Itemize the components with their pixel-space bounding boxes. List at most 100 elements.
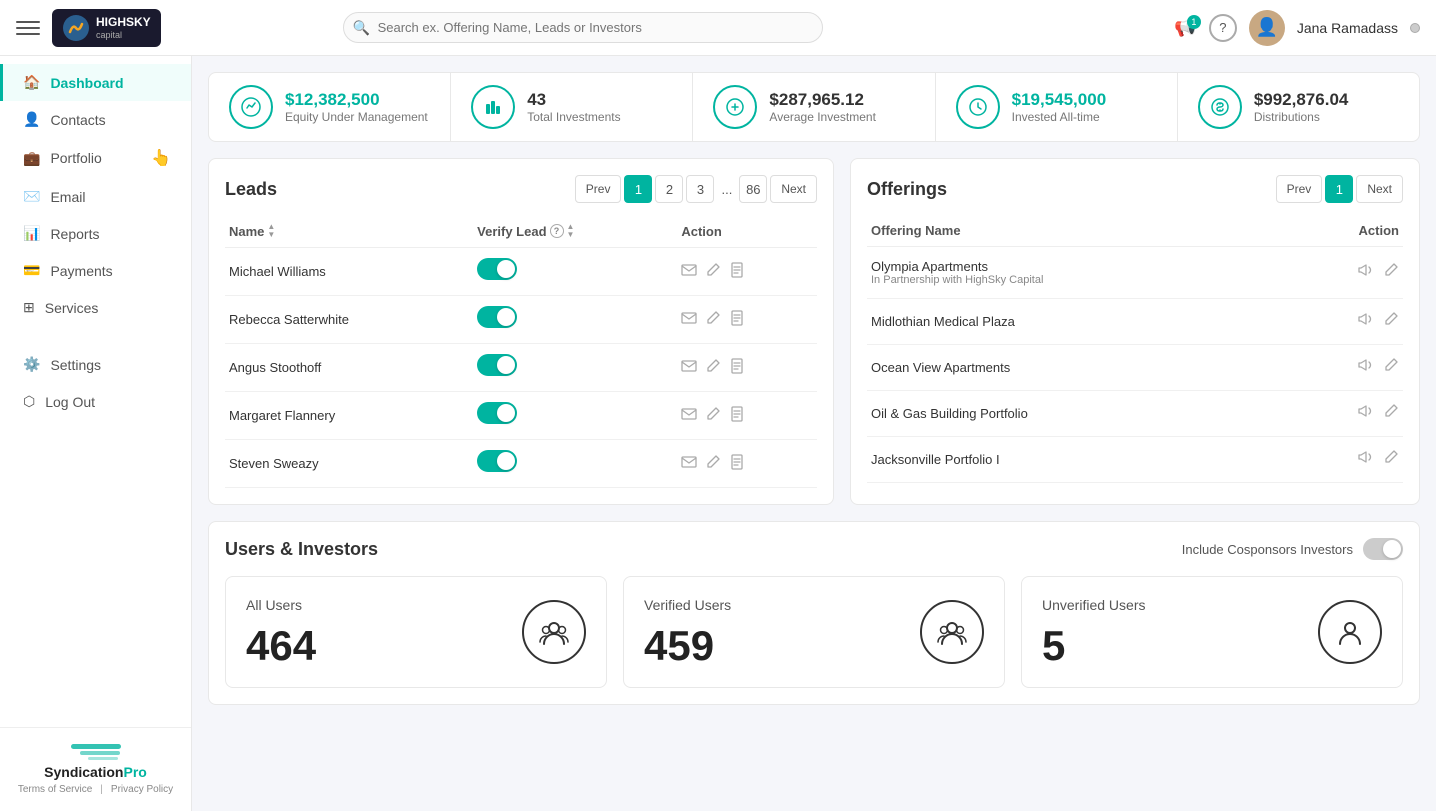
document-action-icon[interactable]	[729, 262, 745, 282]
user-card-count: 5	[1042, 625, 1145, 667]
col-name: Name ▲▼	[225, 215, 473, 248]
sidebar-item-dashboard[interactable]: 🏠 Dashboard	[0, 64, 191, 101]
sidebar-item-portfolio[interactable]: 💼 Portfolio 👆	[0, 138, 191, 178]
announce-action-icon[interactable]	[1357, 449, 1373, 470]
document-action-icon[interactable]	[729, 406, 745, 426]
leads-page-3[interactable]: 3	[686, 175, 714, 203]
users-title: Users & Investors	[225, 539, 378, 560]
edit-offering-icon[interactable]	[1383, 449, 1399, 470]
edit-offering-icon[interactable]	[1383, 357, 1399, 378]
sidebar-item-reports[interactable]: 📊 Reports	[0, 215, 191, 252]
user-card-icon	[1318, 600, 1382, 664]
edit-offering-icon[interactable]	[1383, 403, 1399, 424]
users-section: Users & Investors Include Cosponsors Inv…	[208, 521, 1420, 705]
user-card-title: All Users	[246, 597, 316, 613]
offering-subtitle: In Partnership with HighSky Capital	[871, 274, 1283, 286]
col-action: Action	[677, 215, 817, 248]
logo-text: HIGHSKY	[96, 15, 151, 29]
document-action-icon[interactable]	[729, 310, 745, 330]
brand-waves	[71, 744, 121, 760]
user-name: Jana Ramadass	[1297, 20, 1398, 36]
leads-prev-button[interactable]: Prev	[575, 175, 622, 203]
edit-action-icon[interactable]	[705, 358, 721, 378]
sort-arrows-name: ▲▼	[267, 223, 275, 239]
edit-offering-icon[interactable]	[1383, 311, 1399, 332]
info-icon: ?	[550, 224, 564, 238]
stats-row: $12,382,500 Equity Under Management 43 T…	[208, 72, 1420, 142]
document-action-icon[interactable]	[729, 454, 745, 474]
offering-table-row: Midlothian Medical Plaza	[867, 299, 1403, 345]
leads-page-1[interactable]: 1	[624, 175, 652, 203]
equity-icon	[229, 85, 273, 129]
sidebar-item-contacts[interactable]: 👤 Contacts	[0, 101, 191, 138]
offering-name: Oil & Gas Building Portfolio	[871, 406, 1283, 421]
offering-table-row: Olympia Apartments In Partnership with H…	[867, 247, 1403, 299]
sidebar-item-services[interactable]: ⊞ Services	[0, 289, 191, 326]
average-label: Average Investment	[769, 110, 876, 124]
help-icon[interactable]: ?	[1209, 14, 1237, 42]
leads-table-row: Angus Stoothoff	[225, 344, 817, 392]
content-row: Leads Prev 1 2 3 ... 86 Next	[208, 158, 1420, 505]
edit-action-icon[interactable]	[705, 454, 721, 474]
notification-icon[interactable]: 📢 1	[1174, 17, 1196, 38]
offerings-prev-button[interactable]: Prev	[1276, 175, 1323, 203]
user-card-title: Unverified Users	[1042, 597, 1145, 613]
verify-toggle[interactable]	[477, 402, 517, 424]
sidebar: 🏠 Dashboard 👤 Contacts 💼 Portfolio 👆 ✉️ …	[0, 56, 192, 811]
cursor-indicator: 👆	[151, 148, 171, 168]
logo-subtext: capital	[96, 30, 151, 40]
verify-toggle[interactable]	[477, 306, 517, 328]
offering-name: Midlothian Medical Plaza	[871, 314, 1283, 329]
cosponsor-toggle[interactable]	[1363, 538, 1403, 560]
edit-action-icon[interactable]	[705, 310, 721, 330]
email-action-icon[interactable]	[681, 406, 697, 426]
distributions-label: Distributions	[1254, 110, 1349, 124]
cosponsor-label: Include Cosponsors Investors	[1182, 542, 1353, 557]
hamburger-menu[interactable]	[16, 16, 40, 40]
equity-label: Equity Under Management	[285, 110, 428, 124]
edit-action-icon[interactable]	[705, 262, 721, 282]
leads-page-86[interactable]: 86	[739, 175, 767, 203]
verify-toggle[interactable]	[477, 450, 517, 472]
edit-action-icon[interactable]	[705, 406, 721, 426]
document-action-icon[interactable]	[729, 358, 745, 378]
stat-investments: 43 Total Investments	[451, 73, 693, 141]
edit-offering-icon[interactable]	[1383, 262, 1399, 283]
leads-header: Leads Prev 1 2 3 ... 86 Next	[225, 175, 817, 203]
verify-toggle[interactable]	[477, 354, 517, 376]
leads-ellipsis: ...	[717, 182, 736, 197]
email-action-icon[interactable]	[681, 454, 697, 474]
sidebar-item-logout[interactable]: ⬡ Log Out	[0, 383, 191, 420]
sidebar-item-settings[interactable]: ⚙️ Settings	[0, 346, 191, 383]
topnav: HIGHSKY capital 🔍 📢 1 ? 👤 Jana Ramadass	[0, 0, 1436, 56]
users-cards: All Users 464 Verified Users 459 Unverif…	[225, 576, 1403, 688]
lead-name: Rebecca Satterwhite	[229, 312, 349, 327]
announce-action-icon[interactable]	[1357, 357, 1373, 378]
user-card-icon	[920, 600, 984, 664]
email-action-icon[interactable]	[681, 310, 697, 330]
offerings-next-button[interactable]: Next	[1356, 175, 1403, 203]
user-card-count: 464	[246, 625, 316, 667]
col-verify: Verify Lead ? ▲▼	[473, 215, 677, 248]
verify-toggle[interactable]	[477, 258, 517, 280]
terms-link[interactable]: Terms of Service	[18, 784, 92, 795]
brand-name: SyndicationPro	[44, 764, 147, 780]
sidebar-item-payments[interactable]: 💳 Payments	[0, 252, 191, 289]
privacy-link[interactable]: Privacy Policy	[111, 784, 173, 795]
announce-action-icon[interactable]	[1357, 311, 1373, 332]
invested-value: $19,545,000	[1012, 90, 1107, 110]
leads-next-button[interactable]: Next	[770, 175, 817, 203]
announce-action-icon[interactable]	[1357, 403, 1373, 424]
search-input[interactable]	[343, 12, 823, 43]
distributions-icon	[1198, 85, 1242, 129]
leads-table-row: Margaret Flannery	[225, 392, 817, 440]
equity-value: $12,382,500	[285, 90, 428, 110]
announce-action-icon[interactable]	[1357, 262, 1373, 283]
average-value: $287,965.12	[769, 90, 876, 110]
email-action-icon[interactable]	[681, 262, 697, 282]
leads-page-2[interactable]: 2	[655, 175, 683, 203]
terms-links: Terms of Service | Privacy Policy	[18, 784, 173, 795]
offerings-page-1[interactable]: 1	[1325, 175, 1353, 203]
email-action-icon[interactable]	[681, 358, 697, 378]
sidebar-item-email[interactable]: ✉️ Email	[0, 178, 191, 215]
